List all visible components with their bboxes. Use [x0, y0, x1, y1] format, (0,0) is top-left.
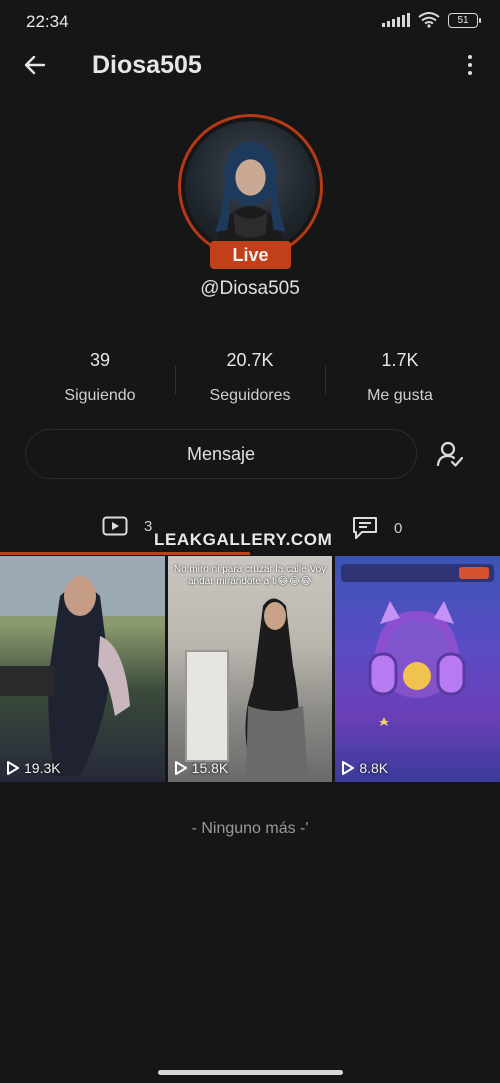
battery-icon: 51: [448, 12, 481, 28]
status-icons: 51: [382, 12, 481, 28]
stat-label: Siguiendo: [64, 387, 136, 404]
stat-label: Me gusta: [367, 387, 433, 404]
arrow-left-icon: [24, 55, 46, 75]
back-button[interactable]: [18, 48, 52, 82]
tab-videos[interactable]: 3: [102, 516, 152, 536]
user-check-icon: [436, 441, 464, 467]
more-options-button[interactable]: [460, 50, 480, 80]
tab-comments[interactable]: 0: [352, 516, 402, 540]
videos-count: 3: [144, 517, 153, 535]
wifi-icon: [418, 12, 440, 28]
message-button[interactable]: Mensaje: [25, 429, 417, 479]
view-count-value: 19.3K: [24, 760, 61, 776]
status-time: 22:34: [26, 12, 69, 31]
view-count: 8.8K: [341, 760, 388, 776]
view-count: 19.3K: [6, 760, 61, 776]
comment-icon: [353, 517, 377, 539]
top-bar: Diosa505: [0, 42, 500, 88]
video-grid: 19.3K No miro ni para cruzar la calle Vo…: [0, 556, 500, 782]
live-badge[interactable]: Live: [210, 241, 291, 269]
more-vertical-icon: [468, 55, 472, 59]
thumbnail-image: [341, 564, 495, 726]
profile-username: @Diosa505: [200, 278, 300, 299]
video-thumbnail[interactable]: 8.8K: [335, 556, 500, 782]
stat-following[interactable]: 39 Siguiendo: [25, 350, 175, 405]
view-count: 15.8K: [174, 760, 229, 776]
friend-button[interactable]: [433, 437, 467, 471]
battery-level: 51: [457, 14, 469, 26]
stat-likes: 1.7K Me gusta: [325, 350, 475, 405]
thumbnail-image: [184, 598, 308, 776]
avatar-ring[interactable]: [178, 114, 323, 259]
video-thumbnail[interactable]: 19.3K: [0, 556, 165, 782]
stat-value: 39: [89, 350, 111, 370]
stat-label: Seguidores: [209, 387, 291, 404]
play-icon: [342, 761, 355, 775]
play-icon: [7, 761, 19, 775]
home-indicator[interactable]: [158, 1070, 343, 1075]
page-title: Diosa505: [92, 51, 202, 79]
thumbnail-image: [0, 556, 165, 776]
video-icon: [102, 516, 128, 536]
play-icon: [174, 761, 187, 775]
profile-stats: 39 Siguiendo 20.7K Seguidores 1.7K Me gu…: [0, 350, 500, 410]
content-tabs: 3 LEAKGALLERY.COM 0: [0, 510, 500, 556]
video-thumbnail[interactable]: No miro ni para cruzar la calle Voy anda…: [167, 556, 333, 782]
status-bar: 22:34 51: [0, 0, 500, 44]
watermark: LEAKGALLERY.COM: [154, 530, 333, 549]
end-of-list-text: - Ninguno más -': [191, 820, 309, 837]
stat-followers[interactable]: 20.7K Seguidores: [175, 350, 325, 405]
signal-icon: [382, 13, 410, 27]
avatar: [185, 121, 316, 252]
view-count-value: 15.8K: [191, 760, 229, 776]
stat-value: 1.7K: [381, 350, 419, 370]
stat-value: 20.7K: [226, 350, 274, 370]
comments-count: 0: [394, 519, 403, 537]
view-count-value: 8.8K: [359, 760, 389, 776]
tab-active-indicator: [0, 552, 250, 555]
video-caption: No miro ni para cruzar la calle Voy anda…: [173, 564, 327, 587]
